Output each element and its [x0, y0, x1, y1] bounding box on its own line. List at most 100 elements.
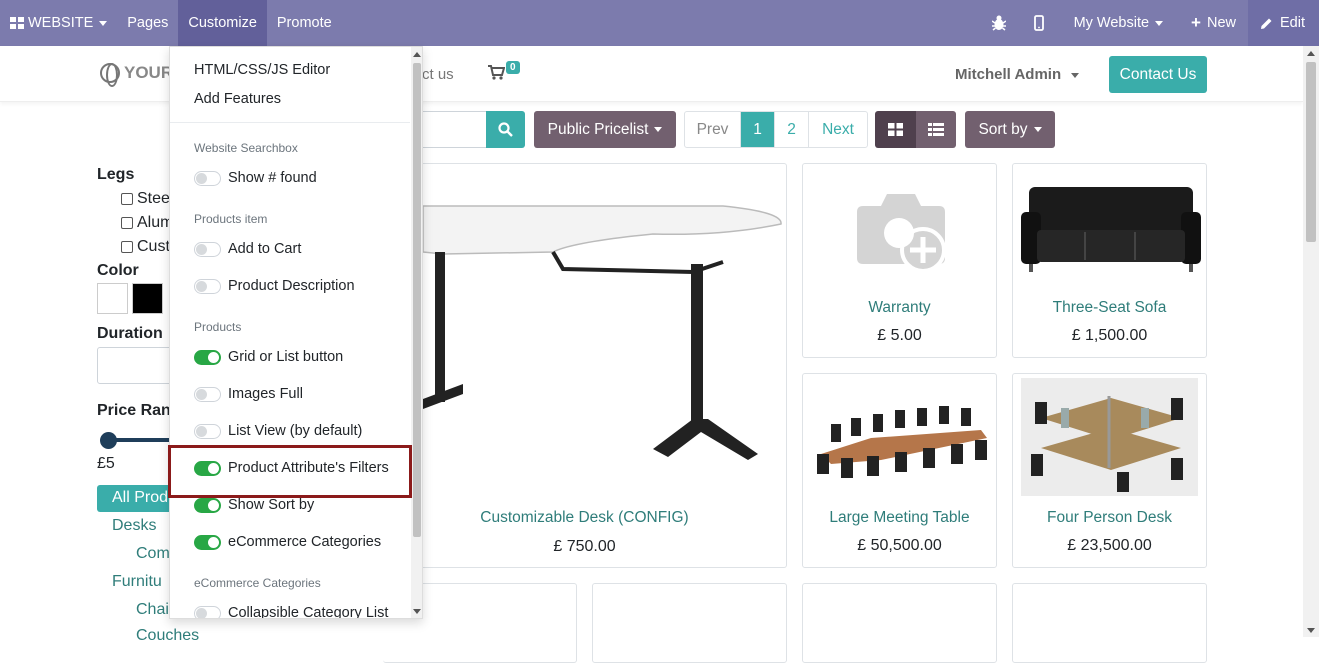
search-button[interactable]: [486, 111, 525, 148]
shopping-cart-icon: [488, 65, 506, 80]
checkbox[interactable]: [121, 193, 133, 205]
menu-scroll-up-icon[interactable]: [413, 52, 421, 57]
category-components[interactable]: Com: [136, 545, 170, 563]
globe-icon: [100, 63, 120, 87]
toggle-switch[interactable]: [194, 241, 221, 257]
website-menu[interactable]: WEBSITE: [0, 0, 117, 46]
color-swatch-black[interactable]: [132, 283, 163, 314]
toggle-switch[interactable]: [194, 278, 221, 294]
chevron-down-icon: [99, 20, 108, 26]
logo-text: YOUR: [124, 63, 174, 82]
category-all-products[interactable]: All Prod: [97, 485, 177, 512]
user-menu[interactable]: Mitchell Admin: [955, 66, 1080, 83]
customize-dropdown-menu: HTML/CSS/JS Editor Add Features Website …: [169, 46, 423, 619]
product-card[interactable]: Warranty £ 5.00: [802, 163, 997, 358]
product-card[interactable]: Large Meeting Table £ 50,500.00: [802, 373, 997, 568]
legs-filter-heading: Legs: [97, 166, 135, 183]
checkbox[interactable]: [121, 217, 133, 229]
mobile-icon: [1033, 15, 1044, 31]
toggle-label: List View (by default): [228, 423, 363, 439]
pager-prev[interactable]: Prev: [685, 112, 741, 147]
legs-option-steel[interactable]: Stee: [121, 190, 170, 208]
pager-page-1[interactable]: 1: [741, 112, 775, 147]
promote-menu[interactable]: Promote: [267, 0, 342, 46]
mobile-preview-button[interactable]: [1020, 0, 1058, 46]
duration-select[interactable]: [97, 347, 177, 384]
category-chairs[interactable]: Chai: [136, 601, 169, 619]
pricelist-dropdown[interactable]: Public Pricelist: [534, 111, 676, 148]
toggle-switch[interactable]: [194, 386, 221, 402]
toggle-show-sort-by[interactable]: Show Sort by: [194, 497, 314, 513]
sort-by-dropdown[interactable]: Sort by: [965, 111, 1055, 148]
product-card[interactable]: Customizable Desk (CONFIG) £ 750.00: [383, 163, 787, 568]
toggle-label: Show # found: [228, 170, 317, 186]
edit-button[interactable]: Edit: [1248, 0, 1319, 46]
toggle-add-to-cart[interactable]: Add to Cart: [194, 241, 301, 257]
grid-view-button[interactable]: [875, 111, 916, 148]
toggle-grid-or-list[interactable]: Grid or List button: [194, 349, 343, 365]
checkbox[interactable]: [121, 241, 133, 253]
toggle-switch[interactable]: [194, 423, 221, 439]
contact-us-button[interactable]: Contact Us: [1109, 56, 1207, 93]
category-couches[interactable]: Couches: [136, 627, 199, 645]
pricelist-label: Public Pricelist: [547, 120, 649, 138]
toggle-switch[interactable]: [194, 349, 221, 365]
product-card[interactable]: [802, 583, 997, 663]
category-desks[interactable]: Desks: [112, 517, 156, 535]
plus-icon: +: [1191, 13, 1201, 32]
html-css-js-editor-item[interactable]: HTML/CSS/JS Editor: [194, 62, 330, 78]
scroll-up-arrow-icon[interactable]: [1307, 51, 1315, 56]
pages-menu[interactable]: Pages: [117, 0, 178, 46]
legs-option-custom[interactable]: Cust: [121, 238, 170, 256]
product-search-input[interactable]: [412, 111, 487, 148]
toggle-list-view-default[interactable]: List View (by default): [194, 423, 362, 439]
toggle-show-found[interactable]: Show # found: [194, 170, 317, 186]
color-swatch-white[interactable]: [97, 283, 128, 314]
page-scrollbar-thumb[interactable]: [1306, 62, 1316, 242]
toggle-switch[interactable]: [194, 605, 221, 618]
my-website-menu[interactable]: My Website: [1058, 0, 1179, 46]
product-name[interactable]: Large Meeting Table: [803, 509, 996, 527]
toggle-product-description[interactable]: Product Description: [194, 278, 355, 294]
product-name[interactable]: Warranty: [803, 299, 996, 317]
legs-option-aluminium[interactable]: Alum: [121, 214, 173, 232]
toggle-switch[interactable]: [194, 170, 221, 186]
chevron-down-icon: [654, 127, 663, 132]
toggle-ecommerce-categories[interactable]: eCommerce Categories: [194, 534, 381, 550]
product-name[interactable]: Four Person Desk: [1013, 509, 1206, 527]
new-button[interactable]: + New: [1179, 0, 1248, 46]
product-card[interactable]: [1012, 583, 1207, 663]
menu-scroll-down-icon[interactable]: [413, 609, 421, 614]
price-range-handle[interactable]: [100, 432, 117, 449]
four-person-desk-image: [1021, 378, 1198, 496]
cart-count-badge: 0: [506, 61, 520, 74]
menu-scrollbar-thumb[interactable]: [413, 63, 421, 537]
toggle-collapsible-category-list[interactable]: Collapsible Category List: [194, 605, 388, 618]
product-name[interactable]: Customizable Desk (CONFIG): [383, 509, 786, 527]
product-card[interactable]: Four Person Desk £ 23,500.00: [1012, 373, 1207, 568]
toggle-switch[interactable]: [194, 534, 221, 550]
customize-menu[interactable]: Customize: [178, 0, 267, 46]
product-name[interactable]: Three-Seat Sofa: [1013, 299, 1206, 317]
product-card[interactable]: [592, 583, 787, 663]
pencil-icon: [1261, 18, 1272, 29]
add-features-item[interactable]: Add Features: [194, 91, 281, 107]
duration-filter-heading: Duration: [97, 325, 163, 342]
toggle-images-full[interactable]: Images Full: [194, 386, 303, 402]
apps-grid-icon: [10, 17, 24, 29]
cart-link[interactable]: 0: [488, 61, 520, 85]
scroll-down-arrow-icon[interactable]: [1307, 628, 1315, 633]
toggle-label: eCommerce Categories: [228, 534, 382, 550]
product-card[interactable]: Three-Seat Sofa £ 1,500.00: [1012, 163, 1207, 358]
list-view-button[interactable]: [915, 111, 956, 148]
product-price: £ 750.00: [553, 538, 616, 555]
toggle-switch[interactable]: [194, 497, 221, 513]
pager-next[interactable]: Next: [809, 112, 867, 147]
debug-button[interactable]: [978, 0, 1020, 46]
sort-by-label: Sort by: [978, 120, 1028, 138]
pager-page-2[interactable]: 2: [775, 112, 809, 147]
product-price: £ 50,500.00: [857, 537, 942, 554]
nav-link-contact[interactable]: ct us: [422, 66, 454, 83]
category-furniture[interactable]: Furnitu: [112, 573, 162, 591]
site-logo[interactable]: YOUR: [100, 63, 174, 87]
